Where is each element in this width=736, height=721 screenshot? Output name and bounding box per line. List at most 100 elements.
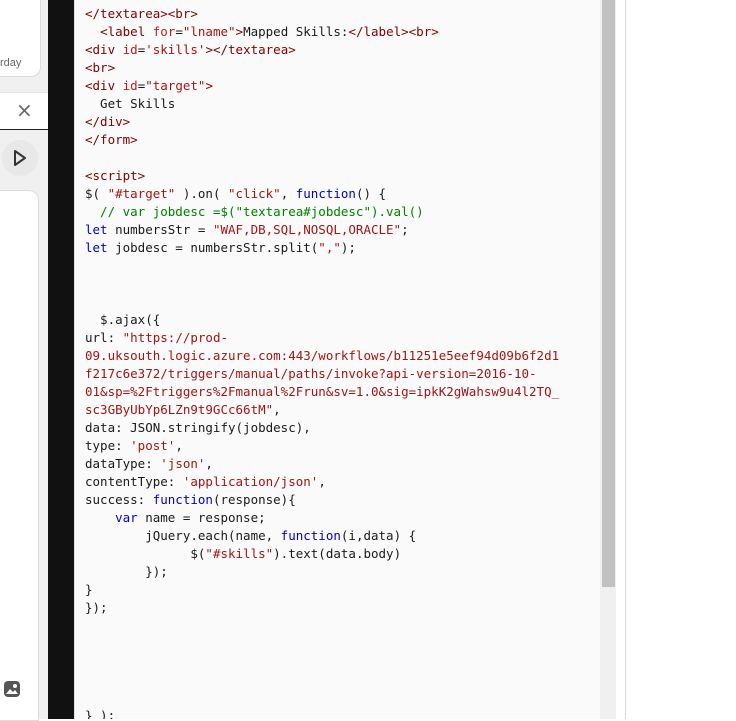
code-line: </textarea><br> — [85, 5, 198, 23]
code-token: }); — [85, 564, 168, 579]
code-token: name = response; — [137, 510, 266, 525]
code-token: data: JSON.stringify(jobdesc), — [85, 420, 311, 435]
code-token: 'application/json' — [182, 474, 319, 489]
code-token: for — [152, 24, 176, 39]
code-token: (response){ — [212, 492, 296, 507]
code-token: contentType: — [85, 474, 183, 489]
code-token: ; — [401, 222, 409, 237]
scrollbar-thumb[interactable] — [602, 0, 615, 587]
code-token: > — [205, 78, 213, 93]
code-token: "WAF,DB,SQL,NOSQL,ORACLE" — [212, 222, 402, 237]
code-token: sc3GByUbYp6LZn9t9GCc66tM" — [85, 402, 274, 417]
yesterday-label: rday — [0, 57, 22, 69]
code-line: </form> — [85, 131, 138, 149]
code-token: > — [235, 24, 244, 39]
code-token: Get Skills — [85, 96, 176, 111]
code-token: 01&sp=%2Ftriggers%2Fmanual%2Frun&sv=1.0&… — [85, 384, 560, 399]
code-line: $( "#target" ).on( "click", function() { — [85, 185, 386, 203]
code-line: } ); — [85, 707, 115, 719]
code-token: }); — [85, 600, 108, 615]
code-line: // var jobdesc =$("textarea#jobdesc").va… — [85, 203, 424, 221]
code-token: $( — [85, 546, 206, 561]
code-token: f217c6e372/triggers/manual/paths/invoke?… — [85, 366, 537, 381]
code-token: <script> — [85, 168, 146, 183]
code-token: "lname" — [182, 24, 236, 39]
code-token: , — [318, 474, 326, 489]
code-line: <label for="lname">Mapped Skills:</label… — [85, 23, 439, 41]
code-token: <label — [100, 24, 153, 39]
code-token: function — [152, 492, 213, 507]
code-token: success: — [85, 492, 153, 507]
code-line: 09.uksouth.logic.azure.com:443/workflows… — [85, 347, 559, 365]
code-line: f217c6e372/triggers/manual/paths/invoke?… — [85, 365, 537, 383]
previous-chat-card[interactable]: rday — [0, 0, 41, 77]
run-button[interactable] — [2, 140, 38, 176]
code-token: numbersStr = — [107, 222, 213, 237]
code-token: "click" — [228, 186, 281, 201]
code-token: type: — [85, 438, 131, 453]
code-token: ></textarea> — [205, 42, 296, 57]
side-card — [0, 190, 39, 721]
code-token: function — [295, 186, 356, 201]
code-line: }); — [85, 599, 108, 617]
code-token: </textarea><br> — [85, 6, 198, 21]
code-token: "target" — [145, 78, 206, 93]
code-token: ); — [340, 240, 356, 255]
code-token: , — [205, 456, 213, 471]
code-token: , — [175, 438, 183, 453]
code-token: Mapped Skills: — [243, 24, 349, 39]
code-token: jobdesc = numbersStr.split( — [107, 240, 319, 255]
code-token: url: — [85, 330, 123, 345]
code-line: }); — [85, 563, 168, 581]
code-token: 'skills' — [145, 42, 206, 57]
code-line: $.ajax({ — [85, 311, 160, 329]
close-row: × — [0, 92, 48, 130]
code-token: "#skills" — [205, 546, 274, 561]
code-line: dataType: 'json', — [85, 455, 213, 473]
code-token: } ); — [85, 708, 116, 719]
code-line: Get Skills — [85, 95, 175, 113]
code-line: 01&sp=%2Ftriggers%2Fmanual%2Frun&sv=1.0&… — [85, 383, 559, 401]
code-token: (i,data) { — [340, 528, 417, 543]
code-token: 'post' — [130, 438, 176, 453]
code-token: 'json' — [160, 456, 206, 471]
code-line: <br> — [85, 59, 115, 77]
code-token: , — [280, 186, 296, 201]
image-icon[interactable] — [3, 680, 21, 698]
code-token: // var jobdesc =$("textarea#jobdesc").va… — [85, 204, 424, 219]
panel-border — [625, 0, 626, 719]
code-line: success: function(response){ — [85, 491, 296, 509]
code-token: let — [85, 240, 108, 255]
code-token: ).on( — [175, 186, 228, 201]
code-token: $( — [85, 186, 108, 201]
code-line: <div id="target"> — [85, 77, 213, 95]
play-icon — [14, 150, 26, 166]
code-token: id — [122, 42, 138, 57]
code-token: } — [85, 582, 93, 597]
code-token: </label><br> — [348, 24, 439, 39]
code-line: let numbersStr = "WAF,DB,SQL,NOSQL,ORACL… — [85, 221, 409, 239]
code-line: url: "https://prod- — [85, 329, 228, 347]
code-token: var — [115, 510, 138, 525]
code-token: 09.uksouth.logic.azure.com:443/workflows… — [85, 348, 560, 363]
code-token: </div> — [85, 114, 131, 129]
code-token: dataType: — [85, 456, 161, 471]
code-token: "#target" — [107, 186, 176, 201]
code-token: ).text(data.body) — [273, 546, 402, 561]
code-line: contentType: 'application/json', — [85, 473, 326, 491]
code-line: var name = response; — [85, 509, 266, 527]
code-token: let — [85, 222, 108, 237]
code-line: <script> — [85, 167, 145, 185]
code-token: $.ajax({ — [85, 312, 161, 327]
code-token: function — [280, 528, 341, 543]
code-token: () { — [355, 186, 387, 201]
code-editor[interactable]: </textarea><br> <label for="lname">Mappe… — [74, 0, 602, 719]
code-token: <div — [85, 78, 123, 93]
code-token: <br> — [85, 60, 116, 75]
close-icon[interactable]: × — [16, 98, 33, 122]
code-line: type: 'post', — [85, 437, 183, 455]
code-token: "https://prod- — [122, 330, 228, 345]
left-sidebar: rday × — [0, 0, 48, 721]
